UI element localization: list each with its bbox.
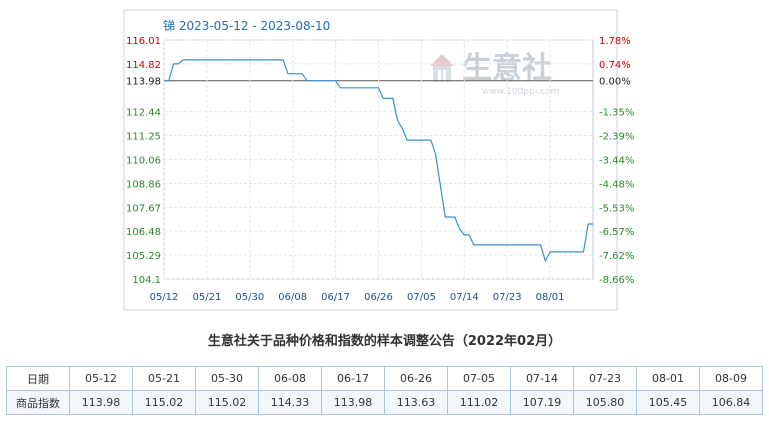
y-tick-label-percent: -4.48% <box>599 179 634 190</box>
sample-adjustment-notice[interactable]: 生意社关于品种价格和指数的样本调整公告（2022年02月） <box>0 330 769 349</box>
y-tick-label-percent: 0.74% <box>599 60 631 71</box>
x-tick-label: 08/01 <box>536 292 565 303</box>
table-cell-value: 111.02 <box>447 390 511 415</box>
y-tick-label: 111.25 <box>126 132 161 143</box>
x-tick-label: 05/21 <box>192 292 221 303</box>
table-cell-date: 05-21 <box>132 366 196 391</box>
watermark-url: www.100ppi.com <box>482 87 559 97</box>
x-tick-label: 05/12 <box>150 292 179 303</box>
x-tick-label: 07/23 <box>493 292 522 303</box>
y-tick-label-percent: -6.57% <box>599 227 634 238</box>
table-cell-date: 06-17 <box>321 366 385 391</box>
y-tick-label: 104.1 <box>132 275 161 286</box>
table-cell-date: 05-12 <box>69 366 133 391</box>
table-cell-value: 115.02 <box>132 390 196 415</box>
date-row-header: 日期 <box>6 366 70 391</box>
table-cell-value: 115.02 <box>195 390 259 415</box>
table-cell-value: 107.19 <box>510 390 574 415</box>
y-tick-label: 110.06 <box>126 155 161 166</box>
table-cell-value: 105.80 <box>573 390 637 415</box>
price-chart: 锑 2023-05-12 - 2023-08-10 生意社 www.100ppi… <box>123 9 634 311</box>
table-cell-value: 113.98 <box>321 390 385 415</box>
table-cell-date: 07-05 <box>447 366 511 391</box>
chart-title: 锑 2023-05-12 - 2023-08-10 <box>163 19 330 33</box>
table-cell-date: 05-30 <box>195 366 259 391</box>
y-tick-label-percent: 1.78% <box>599 36 631 47</box>
table-cell-date: 06-08 <box>258 366 322 391</box>
index-table: 日期 05-12 05-21 05-30 06-08 06-17 06-26 0… <box>6 366 763 415</box>
x-tick-label: 06/26 <box>364 292 393 303</box>
y-tick-label-percent: -8.66% <box>599 275 634 286</box>
y-tick-label: 106.48 <box>126 227 161 238</box>
table-cell-date: 06-26 <box>384 366 448 391</box>
table-cell-date: 07-23 <box>573 366 637 391</box>
y-tick-label-percent: -7.62% <box>599 251 634 262</box>
x-tick-label: 07/14 <box>450 292 479 303</box>
x-tick-label: 05/30 <box>235 292 264 303</box>
y-tick-label: 116.01 <box>126 36 161 47</box>
table-cell-value: 113.98 <box>69 390 133 415</box>
y-tick-label: 112.44 <box>126 108 161 119</box>
x-tick-label: 06/08 <box>278 292 307 303</box>
table-cell-value: 114.33 <box>258 390 322 415</box>
x-tick-label: 06/17 <box>321 292 350 303</box>
y-tick-label: 107.67 <box>126 203 161 214</box>
y-tick-label: 114.82 <box>126 60 161 71</box>
table-row-dates: 日期 05-12 05-21 05-30 06-08 06-17 06-26 0… <box>6 366 763 391</box>
table-row-index: 商品指数 113.98 115.02 115.02 114.33 113.98 … <box>6 390 763 415</box>
x-tick-label: 07/05 <box>407 292 436 303</box>
y-tick-label: 105.29 <box>126 251 161 262</box>
table-cell-value: 105.45 <box>636 390 700 415</box>
table-cell-date: 08-01 <box>636 366 700 391</box>
y-tick-label: 108.86 <box>126 179 161 190</box>
index-row-header: 商品指数 <box>6 390 70 415</box>
table-cell-value: 113.63 <box>384 390 448 415</box>
y-tick-label-percent: -2.39% <box>599 132 634 143</box>
y-tick-label-percent: -5.53% <box>599 203 634 214</box>
table-cell-date: 08-09 <box>699 366 763 391</box>
y-tick-label-percent: 0.00% <box>599 77 631 88</box>
table-cell-value: 106.84 <box>699 390 763 415</box>
y-tick-label-percent: -3.44% <box>599 155 634 166</box>
y-tick-label: 113.98 <box>126 77 161 88</box>
y-tick-label-percent: -1.35% <box>599 108 634 119</box>
table-cell-date: 07-14 <box>510 366 574 391</box>
